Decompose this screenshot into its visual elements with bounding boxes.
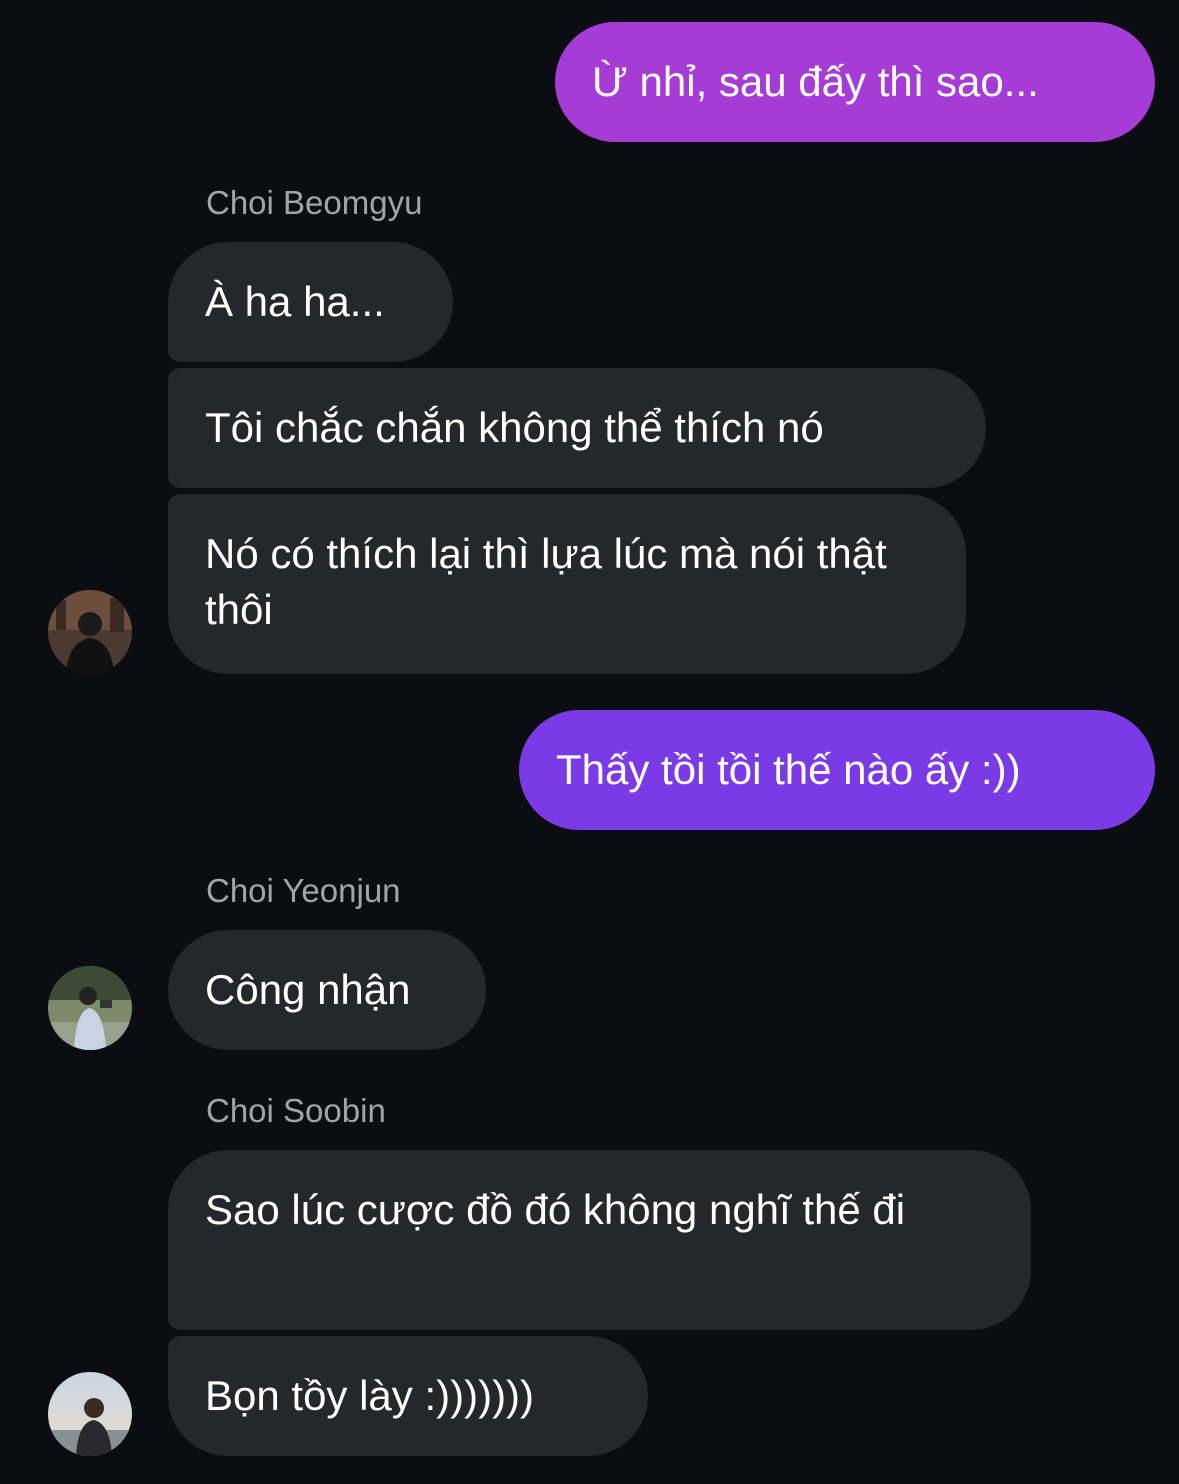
message-text: Bọn tồy lày :))))))) (205, 1372, 535, 1419)
received-message-bubble[interactable]: Sao lúc cược đồ đó không nghĩ thế đi (168, 1150, 1031, 1330)
profile-photo-icon (48, 590, 132, 674)
profile-photo-icon (48, 966, 132, 1050)
sent-message-bubble[interactable]: Thấy tồi tồi thế nào ấy :)) (519, 710, 1155, 830)
received-message-bubble[interactable]: Nó có thích lại thì lựa lúc mà nói thật … (168, 494, 966, 674)
avatar-choi-beomgyu[interactable] (48, 590, 132, 674)
sender-name: Choi Beomgyu (206, 184, 423, 221)
sent-message-bubble[interactable]: Ừ nhỉ, sau đấy thì sao... (555, 22, 1155, 142)
message-text: Thấy tồi tồi thế nào ấy :)) (556, 746, 1021, 793)
message-text: Nó có thích lại thì lựa lúc mà nói thật … (205, 530, 887, 633)
message-text: À ha ha... (205, 278, 385, 325)
received-message-bubble[interactable]: Tôi chắc chắn không thể thích nó (168, 368, 986, 488)
sender-name: Choi Soobin (206, 1092, 386, 1129)
received-message-bubble[interactable]: Công nhận (168, 930, 486, 1050)
message-text: Tôi chắc chắn không thể thích nó (205, 404, 824, 451)
message-text: Ừ nhỉ, sau đấy thì sao... (592, 58, 1039, 105)
avatar-choi-yeonjun[interactable] (48, 966, 132, 1050)
profile-photo-icon (48, 1372, 132, 1456)
avatar-choi-soobin[interactable] (48, 1372, 132, 1456)
message-text: Sao lúc cược đồ đó không nghĩ thế đi (205, 1186, 906, 1233)
received-message-bubble[interactable]: À ha ha... (168, 242, 453, 362)
message-text: Công nhận (205, 966, 411, 1013)
received-message-bubble[interactable]: Bọn tồy lày :))))))) (168, 1336, 648, 1456)
sender-name: Choi Yeonjun (206, 872, 401, 909)
